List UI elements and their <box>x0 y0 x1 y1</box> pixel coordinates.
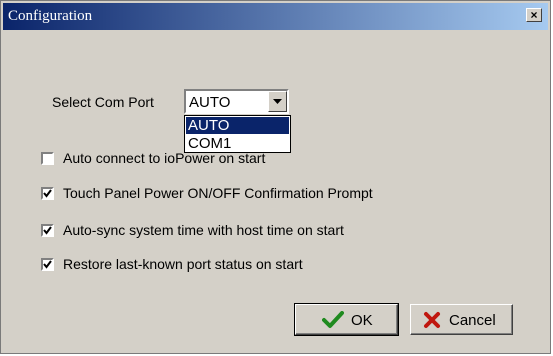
window-title: Configuration <box>8 8 93 24</box>
restore-port-status-checkbox[interactable] <box>41 258 54 271</box>
x-mark-icon <box>424 312 440 328</box>
close-button[interactable]: × <box>526 8 542 22</box>
close-icon: × <box>530 8 538 22</box>
com-port-dropdown-list: AUTO COM1 <box>184 115 291 153</box>
auto-sync-time-label: Auto-sync system time with host time on … <box>63 222 344 238</box>
cancel-button-label: Cancel <box>449 312 496 329</box>
com-port-selected-value: AUTO <box>189 94 231 111</box>
checkmark-icon <box>322 311 344 328</box>
com-port-label: Select Com Port <box>52 94 154 110</box>
ok-button-label: OK <box>351 312 373 329</box>
cancel-button[interactable]: Cancel <box>410 304 513 335</box>
com-port-dropdown-button[interactable] <box>268 91 287 112</box>
ok-button[interactable]: OK <box>294 303 399 336</box>
checkmark-icon <box>43 189 52 198</box>
configuration-dialog: Configuration × Select Com Port AUTO AUT… <box>0 0 551 354</box>
title-bar[interactable]: Configuration × <box>3 3 548 30</box>
checkmark-icon <box>43 260 52 269</box>
touch-panel-confirm-label: Touch Panel Power ON/OFF Confirmation Pr… <box>63 185 373 201</box>
auto-connect-label: Auto connect to ioPower on start <box>63 150 266 166</box>
com-port-select[interactable]: AUTO <box>184 89 289 114</box>
chevron-down-icon <box>273 99 282 104</box>
touch-panel-confirm-checkbox[interactable] <box>41 187 54 200</box>
com-port-option-auto[interactable]: AUTO <box>186 117 289 134</box>
checkmark-icon <box>43 226 52 235</box>
auto-sync-time-checkbox[interactable] <box>41 224 54 237</box>
restore-port-status-label: Restore last-known port status on start <box>63 256 303 272</box>
auto-connect-checkbox[interactable] <box>41 152 54 165</box>
